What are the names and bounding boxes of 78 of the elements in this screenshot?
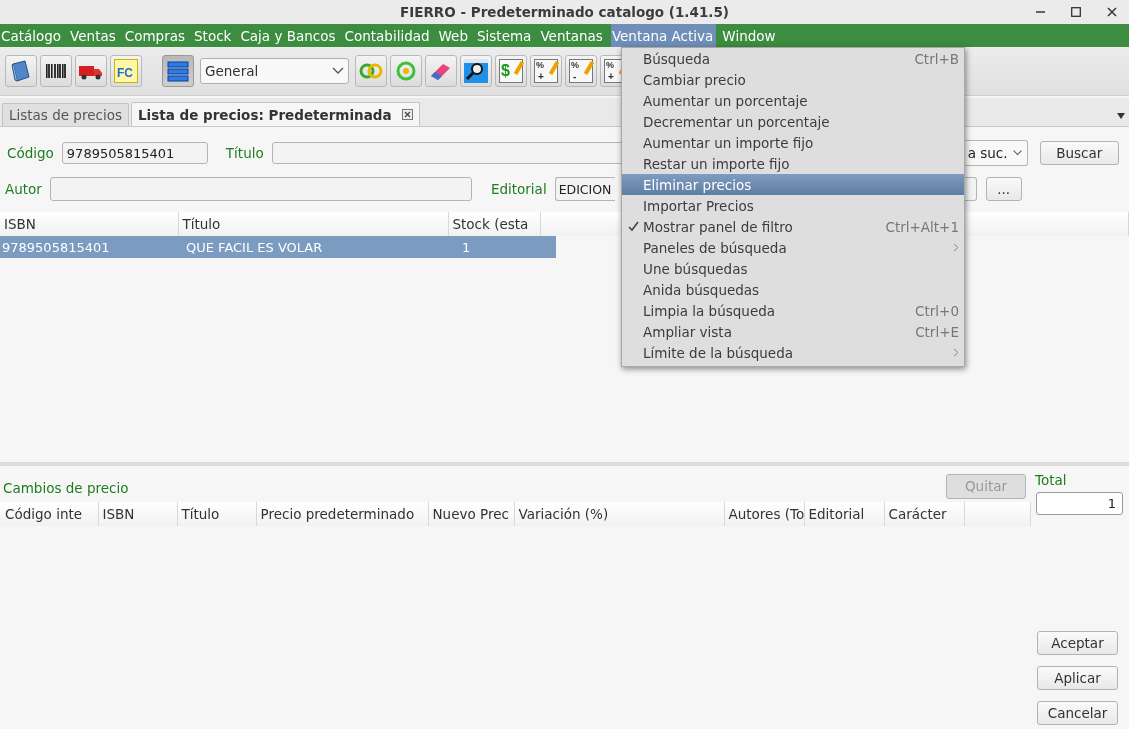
search-button[interactable]: Buscar — [1039, 141, 1119, 165]
code-field[interactable]: 9789505815401 — [61, 142, 208, 164]
column-header[interactable]: Nuevo Prec — [428, 502, 514, 526]
menu-item[interactable]: Mostrar panel de filtro Ctrl+Alt+1 — [622, 216, 964, 237]
magnifier-icon — [463, 58, 489, 84]
tab-menu-icon — [1116, 112, 1126, 120]
column-header[interactable]: ISBN — [98, 502, 177, 526]
view-combo[interactable]: General — [200, 58, 349, 84]
field-label: Autor — [5, 181, 42, 197]
column-header[interactable]: Título — [177, 502, 256, 526]
book-icon — [9, 59, 33, 83]
table-cell: 1 — [458, 236, 556, 258]
minimize-icon — [1035, 11, 1045, 13]
author-field[interactable] — [49, 177, 472, 201]
tab[interactable]: Listas de precios — [2, 103, 129, 126]
table-cell: 9789505815401 — [0, 236, 182, 258]
menu-item[interactable]: Límite de la búsqueda — [622, 342, 964, 363]
dialog-button[interactable]: Cancelar — [1037, 701, 1118, 725]
column-header[interactable]: Autores (To — [724, 502, 804, 526]
checkmark-icon — [628, 221, 639, 232]
target-icon — [394, 59, 418, 83]
menu-bar-item[interactable]: Caja y Bancos — [239, 24, 339, 47]
menu-item[interactable]: Une búsquedas — [622, 258, 964, 279]
menu-item[interactable]: Ampliar vista Ctrl+E — [622, 321, 964, 342]
toolbar-button[interactable] — [75, 55, 107, 87]
menu-item[interactable]: Decrementar un porcentaje — [622, 111, 964, 132]
column-header[interactable]: Stock (esta — [448, 212, 540, 236]
tab[interactable]: Lista de precios: Predeterminada — [130, 102, 420, 126]
menu-bar-item[interactable]: Compras — [123, 24, 189, 47]
menu-bar-item[interactable]: Sistema — [476, 24, 535, 47]
menu-bar-item[interactable]: Ventas — [69, 24, 119, 47]
shortcut-label: Ctrl+E — [915, 323, 959, 340]
column-header[interactable]: Carácter — [884, 502, 964, 526]
field-label: Código — [7, 145, 54, 161]
view-toggle-button[interactable] — [162, 55, 194, 87]
menu-item[interactable]: Aumentar un porcentaje — [622, 90, 964, 111]
menu-item[interactable]: Paneles de búsqueda — [622, 237, 964, 258]
shortcut-label: Ctrl+0 — [915, 302, 959, 319]
menu-bar-item[interactable]: Contabilidad — [343, 24, 433, 47]
menu-item[interactable]: Importar Precios — [622, 195, 964, 216]
column-header[interactable]: ISBN — [0, 212, 178, 236]
total-field[interactable]: 1 — [1036, 492, 1123, 515]
toolbar-button[interactable] — [5, 55, 37, 87]
menu-item[interactable]: Limpia la búsqueda Ctrl+0 — [622, 300, 964, 321]
window-title: FIERRO - Predeterminado catalogo (1.41.5) — [400, 4, 729, 20]
toolbar-button[interactable] — [460, 55, 492, 87]
column-header[interactable]: Título — [178, 212, 448, 236]
column-header[interactable]: Editorial — [804, 502, 884, 526]
maximize-icon — [1071, 7, 1081, 17]
dialog-button[interactable]: Aceptar — [1037, 631, 1118, 655]
field-label: Título — [225, 145, 264, 161]
column-header[interactable]: Código inte — [0, 502, 98, 526]
toolbar-button[interactable] — [40, 55, 72, 87]
total-label: Total — [1035, 472, 1068, 488]
branch-select[interactable]: a suc. — [963, 140, 1028, 166]
column-header[interactable]: Variación (%) — [514, 502, 724, 526]
close-tab-icon — [401, 109, 413, 120]
publisher-field[interactable]: EDICION — [554, 177, 615, 201]
browse-button[interactable]: ... — [985, 177, 1022, 201]
menu-item[interactable]: Aumentar un importe fijo — [622, 132, 964, 153]
column-header[interactable]: Precio predeterminado — [256, 502, 428, 526]
close-icon — [1107, 7, 1117, 17]
menu-item[interactable]: Restar un importe fijo — [622, 153, 964, 174]
menu-bar-item[interactable]: Stock — [193, 24, 235, 47]
dialog-button[interactable]: Aplicar — [1037, 666, 1118, 690]
chevron-down-icon — [1011, 148, 1023, 158]
menu-item[interactable]: Anida búsquedas — [622, 279, 964, 300]
list-icon — [166, 59, 190, 83]
menu-bar-item[interactable]: Web — [437, 24, 471, 47]
menu-item[interactable]: Eliminar precios — [622, 174, 964, 195]
menu-bar-item[interactable]: Window — [721, 24, 779, 47]
menu-bar-item[interactable]: Ventanas — [539, 24, 606, 47]
shortcut-label: Ctrl+Alt+1 — [885, 218, 959, 235]
section-title: Cambios de precio — [3, 480, 129, 496]
field-label: Editorial — [490, 181, 547, 197]
shortcut-label: Ctrl+B — [914, 50, 959, 67]
table-cell: QUE FACIL ES VOLAR — [182, 236, 458, 258]
menu-bar-item[interactable]: Catálogo — [0, 24, 65, 47]
